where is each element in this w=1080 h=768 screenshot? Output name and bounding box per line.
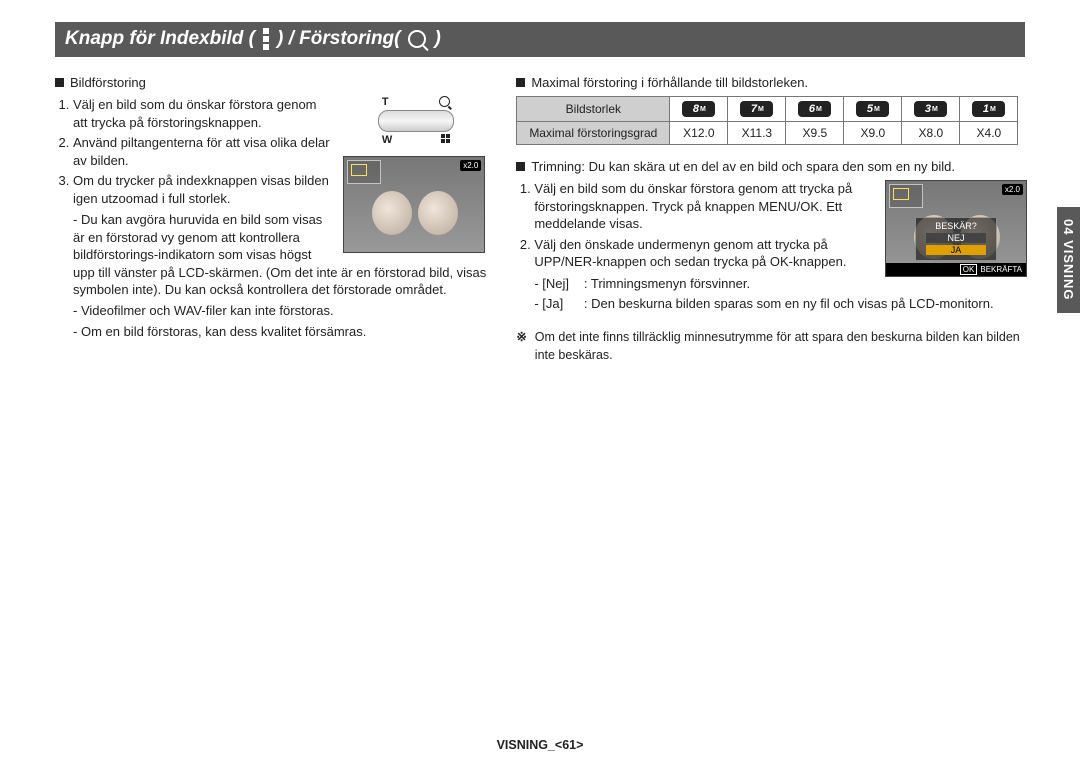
section-title: Maximal förstoring i förhållande till bi…: [531, 75, 808, 90]
square-bullet-icon: [55, 78, 64, 87]
size-badge: 8M: [682, 101, 715, 117]
square-bullet-icon: [516, 162, 525, 171]
title-part-1: Knapp för Indexbild (: [65, 28, 255, 50]
footnote: ※ Om det inte finns tillräcklig minnesut…: [516, 329, 1025, 364]
zoom-rocker: T W: [378, 96, 454, 146]
title-part-2: ) / Förstoring(: [277, 28, 400, 50]
thumbnail-mini-icon: [441, 134, 450, 146]
title-part-3: ): [434, 28, 440, 50]
square-bullet-icon: [516, 78, 525, 87]
magnify-mini-icon: [439, 96, 450, 107]
section-title: Trimning: Du kan skära ut en del av en b…: [531, 159, 955, 174]
size-badge: 6M: [798, 101, 831, 117]
table-cell: X8.0: [902, 122, 960, 145]
ok-bar: OKBEKRÄFTA: [886, 263, 1026, 276]
list-item: Om en bild förstoras, kan dess kvalitet …: [73, 323, 488, 341]
zoom-w-label: W: [382, 134, 392, 146]
manual-page: Knapp för Indexbild ( ) / Förstoring( ) …: [55, 22, 1025, 364]
navigator-overlay: [889, 184, 923, 208]
max-zoom-table: Bildstorlek 8M 7M 6M 5M 3M 1M Maximal fö…: [516, 96, 1018, 145]
confirm-label: BEKRÄFTA: [980, 265, 1022, 274]
left-column: Bildförstoring T W x2.0: [55, 75, 488, 364]
zoom-badge: x2.0: [1002, 184, 1023, 195]
photo-person: [372, 191, 412, 235]
lcd-preview-enlarged: x2.0: [343, 156, 485, 253]
left-illustration: T W x2.0: [343, 96, 488, 253]
table-header: Bildstorlek: [517, 97, 670, 122]
trim-illustration: x2.0 BESKÄR? NEJ JA OKBEKRÄFTA: [885, 180, 1025, 277]
result-yes: - [Ja] : Den beskurna bilden sparas som …: [534, 295, 1025, 313]
note-symbol: ※: [516, 329, 526, 364]
thumbnail-icon: [263, 28, 269, 50]
navigator-overlay: [347, 160, 381, 184]
magnify-icon: [408, 30, 426, 48]
size-badge: 7M: [740, 101, 773, 117]
size-badge: 5M: [856, 101, 889, 117]
dialog-option-yes: JA: [926, 245, 986, 255]
page-footer: VISNING_<61>: [0, 738, 1080, 752]
ok-icon: OK: [960, 264, 978, 275]
section-title: Bildförstoring: [70, 75, 146, 90]
size-badge: 3M: [914, 101, 947, 117]
table-cell: X11.3: [728, 122, 786, 145]
table-cell: X4.0: [960, 122, 1018, 145]
table-cell: X9.0: [844, 122, 902, 145]
table-header: Maximal förstoringsgrad: [517, 122, 670, 145]
result-no: - [Nej] : Trimningsmenyn försvinner.: [534, 275, 1025, 293]
sidebar-tab: 04 VISNING: [1057, 207, 1080, 313]
table-cell: X12.0: [670, 122, 728, 145]
trim-dialog: BESKÄR? NEJ JA: [915, 217, 997, 261]
page-title-bar: Knapp för Indexbild ( ) / Förstoring( ): [55, 22, 1025, 57]
zoom-rocker-pill: [378, 110, 454, 132]
right-column: Maximal förstoring i förhållande till bi…: [516, 75, 1025, 364]
zoom-badge: x2.0: [460, 160, 481, 171]
dialog-option-no: NEJ: [926, 233, 986, 243]
photo-person: [418, 191, 458, 235]
note-text: Om det inte finns tillräcklig minnesutry…: [535, 329, 1025, 364]
table-cell: X9.5: [786, 122, 844, 145]
lcd-preview-trim: x2.0 BESKÄR? NEJ JA OKBEKRÄFTA: [885, 180, 1027, 277]
size-badge: 1M: [972, 101, 1005, 117]
zoom-t-label: T: [382, 96, 389, 108]
dialog-title: BESKÄR?: [916, 221, 996, 231]
list-item: Videofilmer och WAV-filer kan inte först…: [73, 302, 488, 320]
